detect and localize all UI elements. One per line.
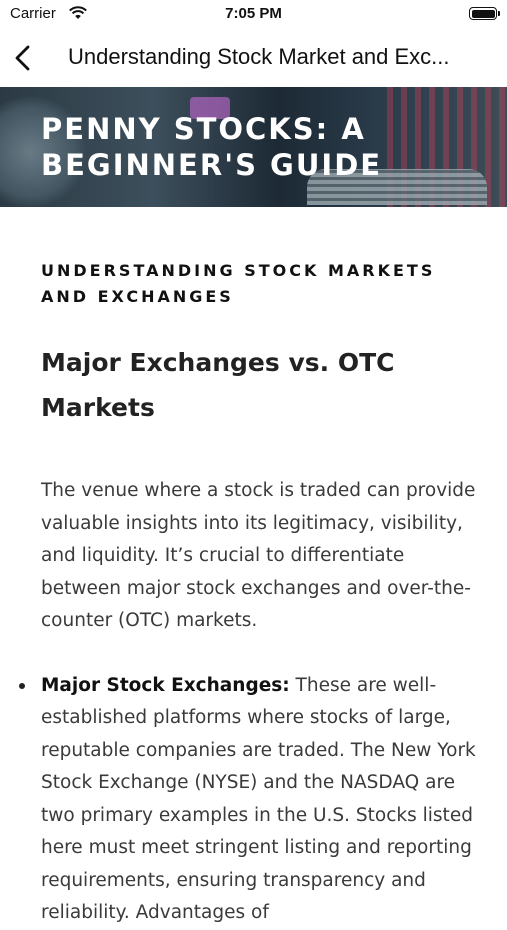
clock: 7:05 PM (225, 5, 282, 22)
intro-paragraph: The venue where a stock is traded can pr… (41, 480, 476, 631)
bullet-icon (19, 682, 25, 689)
article-content: UNDERSTANDING STOCK MARKETS AND EXCHANGE… (19, 258, 476, 930)
nav-title: Understanding Stock Market and Exc... (68, 44, 450, 69)
bullet-text: These are well-established platforms whe… (41, 674, 476, 924)
hero-title: PENNY STOCKS: A BEGINNER'S GUIDE (41, 112, 383, 182)
hero-banner: PENNY STOCKS: A BEGINNER'S GUIDE (0, 87, 507, 207)
navigation-bar: Understanding Stock Market and Exc... (0, 30, 507, 86)
list-item: Major Stock Exchanges: These are well-es… (19, 670, 476, 930)
bullet-list: Major Stock Exchanges: These are well-es… (19, 670, 476, 930)
status-bar: Carrier 7:05 PM (0, 0, 507, 30)
section-heading: Major Exchanges vs. OTC Markets (41, 348, 395, 422)
battery-icon (469, 7, 500, 20)
section-kicker: UNDERSTANDING STOCK MARKETS AND EXCHANGE… (41, 261, 436, 306)
back-chevron-icon[interactable] (12, 44, 32, 72)
bullet-label: Major Stock Exchanges: (41, 674, 290, 696)
